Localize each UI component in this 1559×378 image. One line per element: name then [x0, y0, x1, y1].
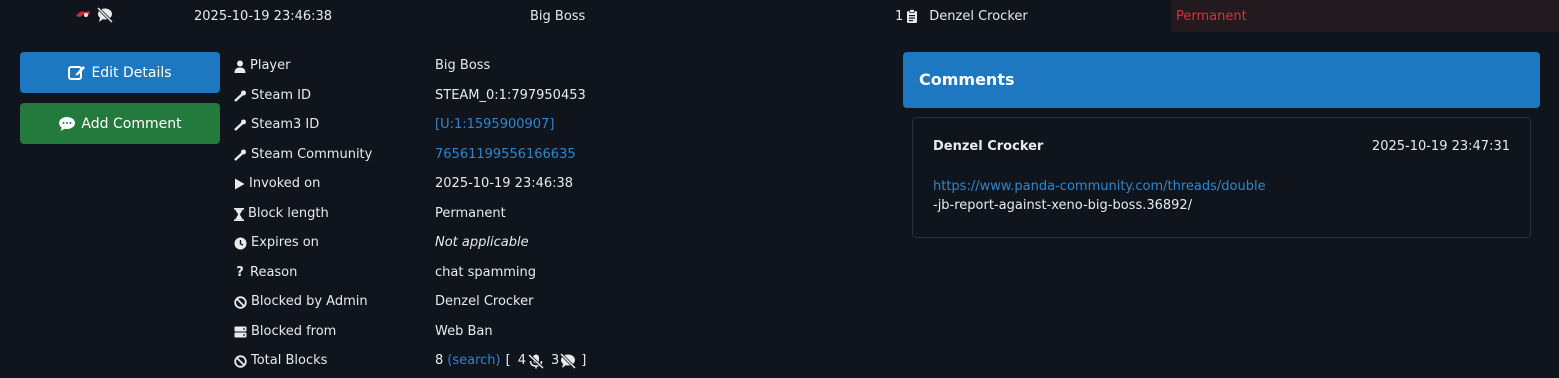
expires-label: Expires on [251, 235, 319, 250]
block-type-icons [74, 7, 114, 23]
add-comment-button[interactable]: Add Comment [20, 103, 220, 144]
gag-count: 3 [550, 353, 560, 368]
length-value: Permanent [435, 206, 506, 221]
total-value: 8 (search) [ 4 3 ] [435, 351, 586, 371]
detail-length: Block length Permanent [234, 204, 854, 224]
total-label: Total Blocks [251, 353, 328, 368]
reason-value: chat spamming [435, 265, 537, 280]
comment-text: -jb-report-against-xeno-big-boss.36892/ [933, 198, 1193, 213]
mic-muted-icon [527, 353, 544, 369]
detail-total: Total Blocks 8 (search) [ 4 3 ] [234, 351, 854, 371]
comment-card: Denzel Crocker 2025-10-19 23:47:31 https… [912, 117, 1531, 238]
ban-icon [234, 354, 247, 368]
clock-icon [234, 237, 247, 249]
detail-steamid: Steam ID STEAM_0:1:797950453 [234, 86, 854, 106]
chat-blocked-icon [96, 7, 114, 23]
admin-value: Denzel Crocker [435, 294, 534, 309]
length-label: Block length [248, 206, 329, 221]
detail-reason: ? Reason chat spamming [234, 263, 854, 283]
comment-author: Denzel Crocker [933, 139, 1044, 154]
detail-expires: Expires on Not applicable [234, 233, 854, 253]
admin-name: Denzel Crocker [929, 9, 1028, 24]
detail-admin: Blocked by Admin Denzel Crocker [234, 292, 854, 312]
clipboard-icon [907, 9, 918, 23]
admin-count: 1 [895, 9, 904, 24]
detail-player: Player Big Boss [234, 56, 854, 76]
comment-time: 2025-10-19 23:47:31 [1371, 139, 1510, 154]
ban-icon [234, 295, 247, 309]
row-player: Big Boss [530, 9, 586, 24]
row-admin: 1 Denzel Crocker [895, 8, 1028, 25]
question-icon: ? [236, 265, 244, 280]
steamid-label: Steam ID [251, 88, 311, 103]
mute-count: 4 [517, 353, 526, 368]
game-icon [76, 11, 90, 17]
community-label: Steam Community [251, 147, 373, 162]
play-icon [235, 178, 245, 190]
hourglass-icon [234, 207, 244, 221]
steam-icon [234, 149, 246, 161]
reason-label: Reason [250, 265, 298, 280]
add-comment-label: Add Comment [81, 115, 182, 132]
expires-value: Not applicable [435, 235, 529, 250]
edit-details-button[interactable]: Edit Details [20, 52, 220, 93]
admin-label: Blocked by Admin [251, 294, 368, 309]
steam-icon [234, 119, 246, 131]
invoked-value: 2025-10-19 23:46:38 [435, 176, 574, 191]
edit-details-label: Edit Details [91, 64, 172, 81]
from-label: Blocked from [251, 324, 337, 339]
detail-steam3: Steam3 ID [U:1:1595900907] [234, 115, 854, 135]
search-link[interactable]: (search) [447, 351, 500, 371]
community-link[interactable]: 76561199556166635 [435, 145, 576, 165]
detail-community: Steam Community 76561199556166635 [234, 145, 854, 165]
edit-icon [68, 66, 86, 80]
detail-from: Blocked from Web Ban [234, 322, 854, 342]
server-icon [234, 326, 247, 338]
row-length: Permanent [1171, 0, 1559, 32]
steamid-value: STEAM_0:1:797950453 [435, 88, 586, 103]
comments-header: Comments [903, 52, 1540, 108]
comment-icon [59, 116, 76, 131]
bracket-close: ] [581, 353, 587, 368]
steam3-label: Steam3 ID [251, 117, 320, 132]
invoked-label: Invoked on [249, 176, 321, 191]
block-list-row[interactable]: 2025-10-19 23:46:38 Big Boss 1 Denzel Cr… [0, 0, 1559, 32]
chat-blocked-icon [560, 353, 577, 369]
player-value: Big Boss [435, 58, 491, 73]
comment-link[interactable]: https://www.panda-community.com/threads/… [933, 179, 1266, 194]
row-date: 2025-10-19 23:46:38 [194, 9, 333, 24]
detail-invoked: Invoked on 2025-10-19 23:46:38 [234, 174, 854, 194]
steam3-link[interactable]: [U:1:1595900907] [435, 115, 554, 135]
steam-icon [234, 90, 246, 102]
bracket-open: [ [505, 353, 511, 368]
from-value: Web Ban [435, 324, 493, 339]
player-label: Player [250, 58, 291, 73]
user-icon [234, 60, 246, 73]
total-count: 8 [435, 353, 444, 368]
length-status: Permanent [1176, 9, 1247, 24]
